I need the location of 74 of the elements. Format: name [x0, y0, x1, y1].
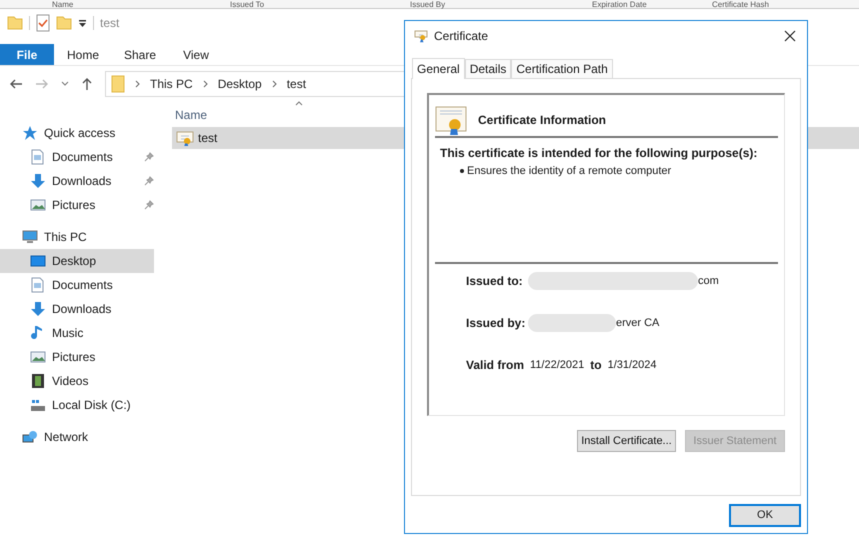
sort-caret-icon — [295, 101, 303, 106]
nav-item[interactable]: Documents — [0, 145, 154, 169]
ok-button[interactable]: OK — [729, 504, 801, 527]
ribbon-tab[interactable]: View — [168, 44, 224, 65]
up-arrow-icon — [81, 77, 93, 91]
dialog-tab[interactable]: Details — [464, 59, 512, 78]
purpose-item: Ensures the identity of a remote computer — [467, 164, 672, 179]
certificate-icon — [435, 105, 467, 135]
back-arrow-icon — [9, 78, 23, 90]
breadcrumb-item[interactable]: This PC — [150, 75, 193, 93]
field-label: to — [590, 357, 602, 374]
field-value: 11/22/2021 — [530, 358, 584, 373]
nav-item[interactable]: Music — [0, 321, 154, 345]
folder-icon — [56, 14, 72, 32]
address-bar[interactable]: This PC Desktop test — [105, 71, 405, 97]
ribbon-tab[interactable]: File — [0, 44, 54, 65]
column-header[interactable]: Name — [52, 0, 74, 9]
dialog-tab[interactable]: General — [412, 58, 465, 79]
bullet-icon — [460, 169, 464, 173]
nav-item[interactable]: Documents — [0, 273, 154, 297]
chevron-right-icon — [202, 80, 208, 88]
picture-icon — [30, 349, 46, 365]
down-arrow-icon — [30, 173, 46, 189]
dropdown-caret-icon — [78, 18, 87, 28]
down-arrow-icon — [30, 301, 46, 317]
breadcrumb-item[interactable]: test — [286, 75, 306, 93]
column-header[interactable]: Certificate Hash — [712, 0, 769, 9]
ribbon-tab[interactable]: Home — [54, 44, 112, 65]
dialog-title: Certificate — [434, 28, 490, 45]
forward-arrow-icon — [35, 78, 49, 90]
column-header[interactable]: Expiration Date — [592, 0, 647, 9]
field-label: Issued to: — [466, 273, 524, 290]
nav-item[interactable]: Pictures — [0, 193, 154, 217]
chevron-right-icon — [135, 80, 140, 88]
monitor-icon — [22, 229, 38, 245]
dialog-tab[interactable]: Certification Path — [511, 59, 613, 78]
film-icon — [30, 373, 46, 389]
picture-icon — [30, 197, 46, 213]
nav-item[interactable]: Downloads — [0, 169, 154, 193]
folder-icon — [7, 14, 23, 32]
nav-group[interactable]: This PC — [44, 228, 87, 246]
disk-drive-icon — [30, 397, 46, 413]
field-label: Issued by: — [466, 315, 526, 332]
checklist-icon — [36, 14, 50, 32]
field-label: Valid from — [466, 357, 524, 374]
nav-item[interactable]: Videos — [0, 369, 154, 393]
document-icon — [30, 149, 46, 165]
document-icon — [30, 277, 46, 293]
chevron-down-icon — [61, 81, 69, 87]
section-heading: Certificate Information — [478, 112, 606, 129]
nav-item[interactable]: Downloads — [0, 297, 154, 321]
star-icon — [22, 125, 38, 141]
certificate-icon — [414, 29, 428, 43]
desktop-icon — [30, 253, 46, 269]
nav-item[interactable]: Desktop — [0, 249, 154, 273]
purpose-heading: This certificate is intended for the following purpose(s): — [439, 145, 758, 162]
nav-item[interactable]: Pictures — [0, 345, 154, 369]
nav-item[interactable]: Local Disk (C:) — [0, 393, 154, 417]
column-header[interactable]: Issued To — [230, 0, 264, 9]
chevron-right-icon — [272, 80, 277, 88]
network-icon — [22, 429, 38, 445]
field-value: 1/31/2024 — [608, 358, 657, 373]
close-icon — [784, 30, 796, 42]
folder-icon — [111, 75, 125, 93]
window-title: test — [100, 15, 120, 32]
ribbon-tab[interactable]: Share — [112, 44, 168, 65]
field-value: erver CA — [616, 316, 660, 331]
breadcrumb-item[interactable]: Desktop — [218, 75, 262, 93]
column-header[interactable]: Issued By — [410, 0, 446, 9]
dialog-button[interactable]: Install Certificate... — [577, 430, 676, 452]
certificate-icon — [176, 130, 194, 146]
nav-group[interactable]: Quick access — [44, 124, 116, 142]
nav-group[interactable]: Network — [44, 428, 88, 446]
field-value: com — [698, 274, 719, 289]
